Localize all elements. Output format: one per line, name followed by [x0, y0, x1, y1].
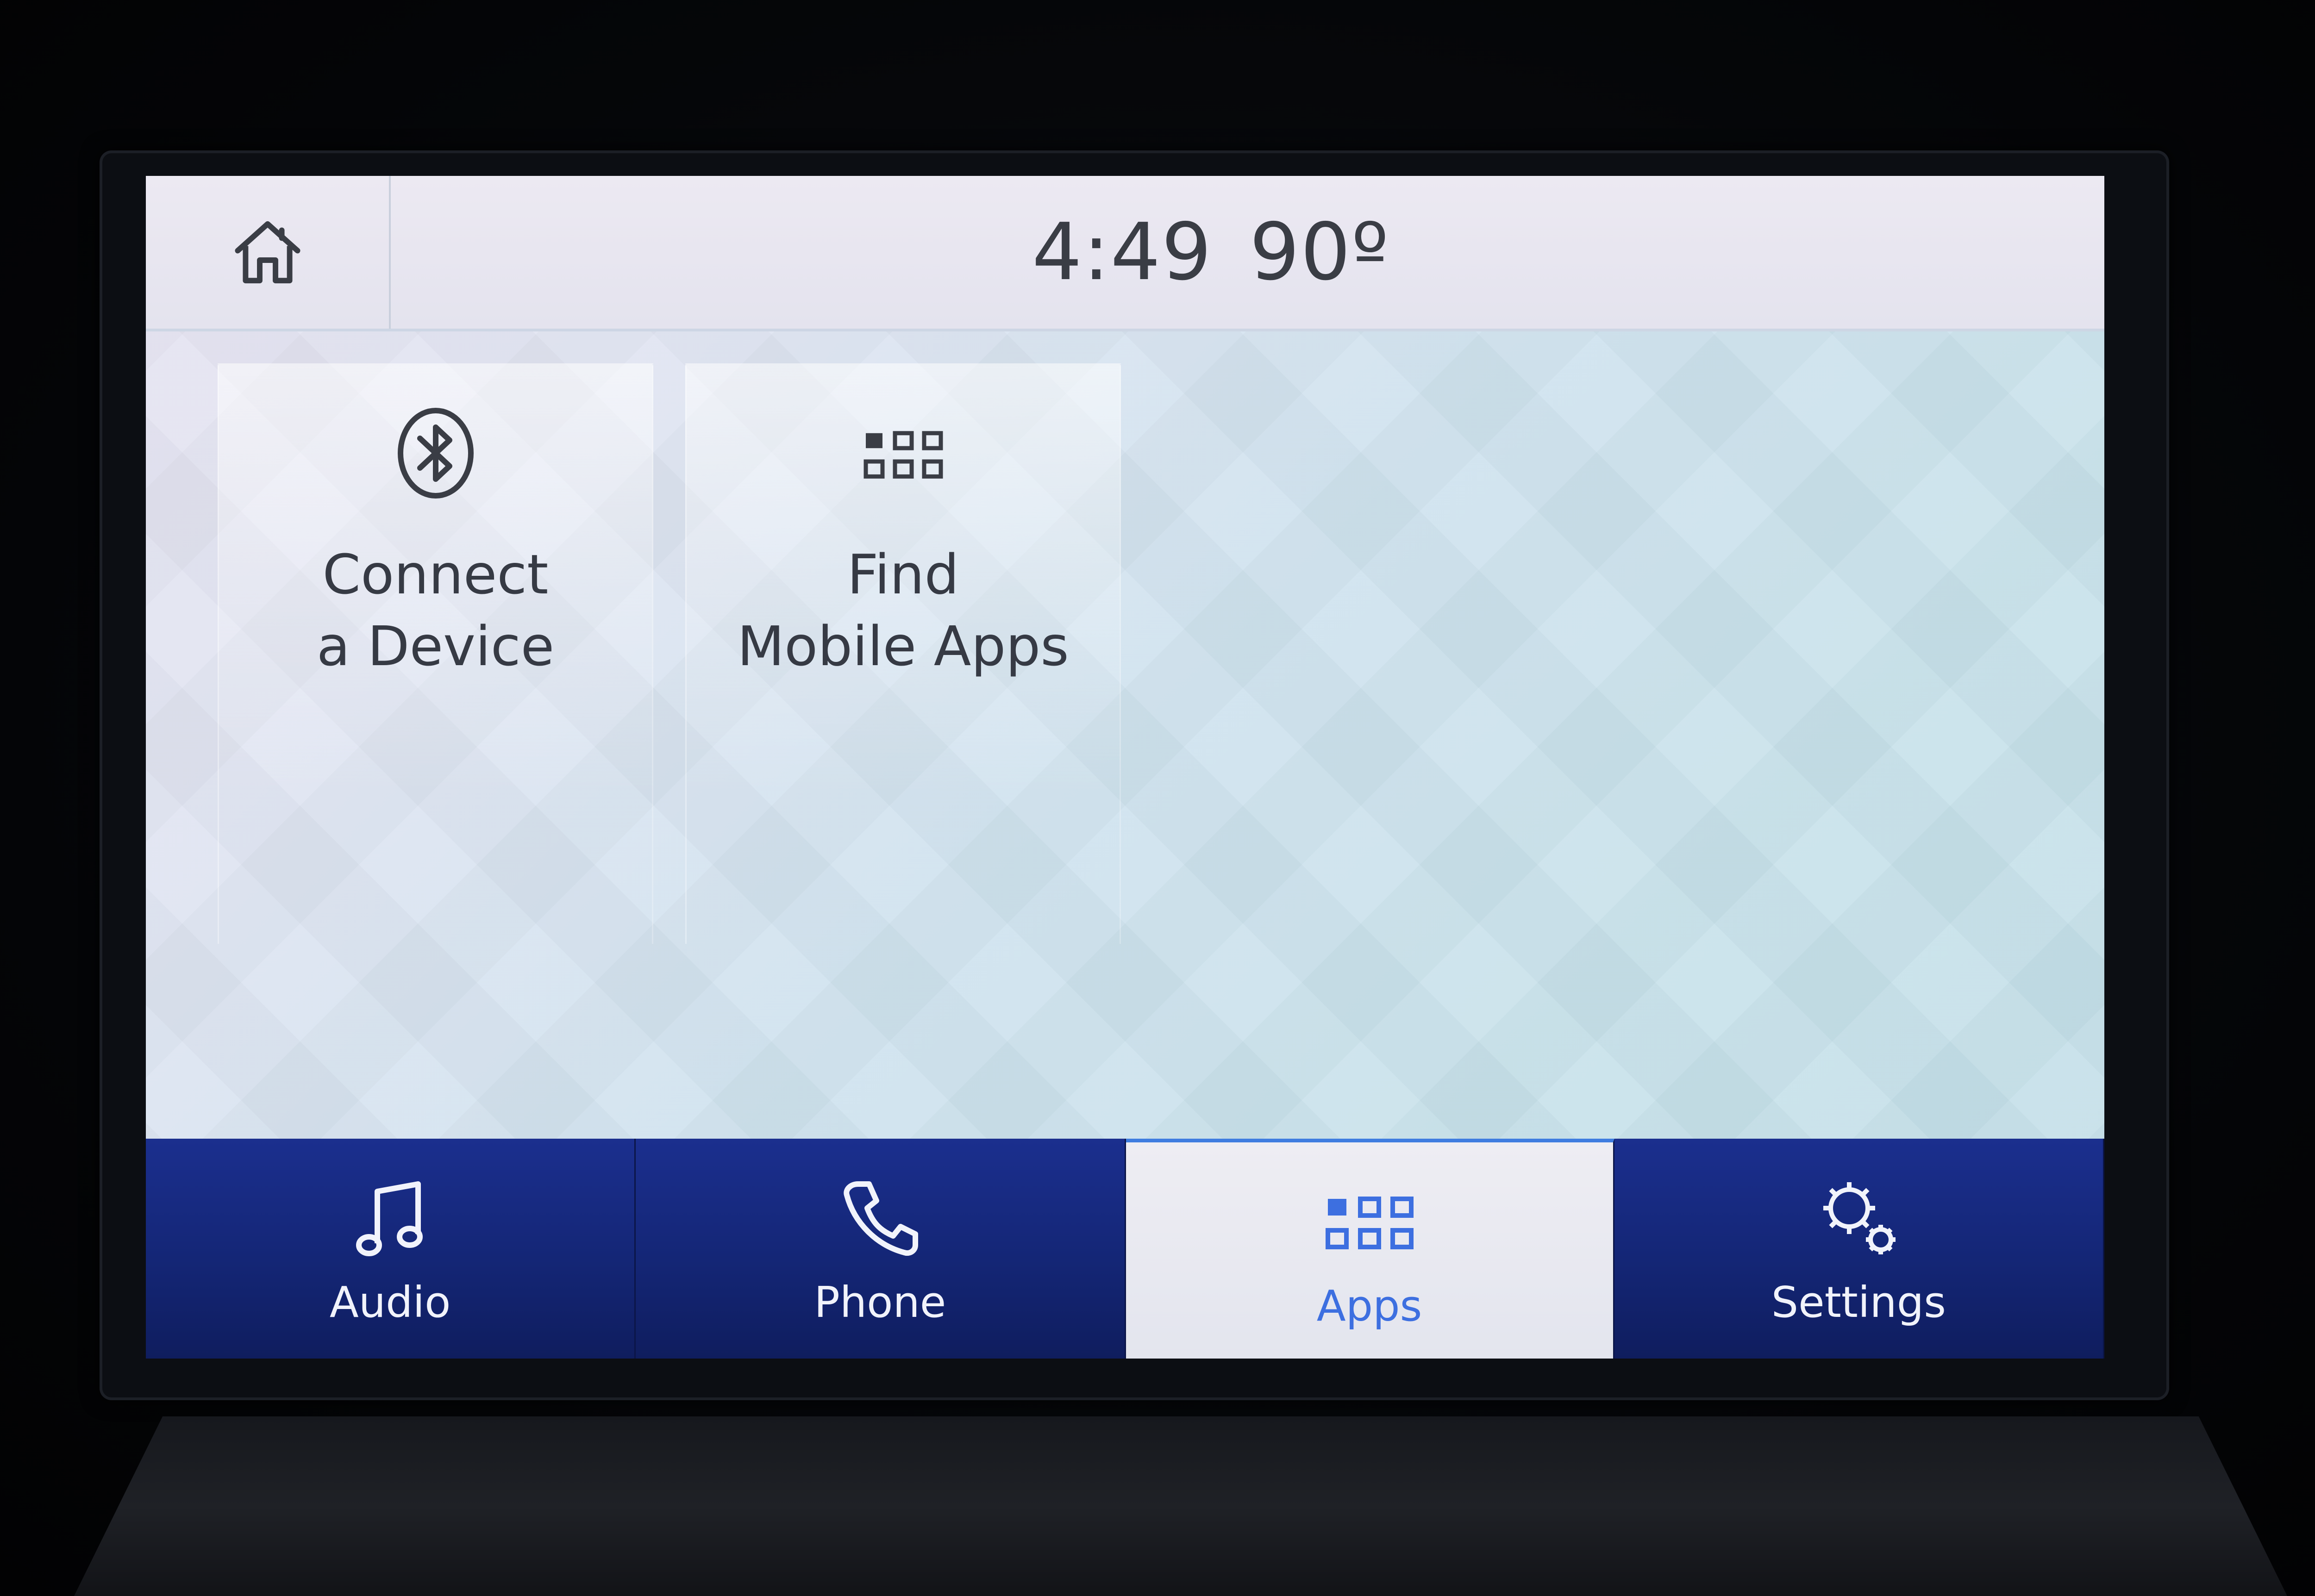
dashboard-trim: [74, 1416, 2287, 1596]
apps-grid-icon: [863, 431, 943, 479]
apps-grid-icon: [1325, 1197, 1414, 1249]
nav-phone-label: Phone: [814, 1278, 946, 1327]
connect-device-label: Connect a Device: [316, 542, 555, 678]
clock-time: 4:49: [1032, 206, 1213, 298]
music-note-icon: [356, 1181, 423, 1256]
nav-audio-label: Audio: [329, 1278, 451, 1327]
outside-temperature: 90º: [1249, 206, 1390, 298]
find-mobile-apps-tile[interactable]: Find Mobile Apps: [685, 363, 1121, 944]
nav-settings-label: Settings: [1771, 1278, 1946, 1327]
home-button[interactable]: [146, 176, 391, 329]
infotainment-screen: 4:49 90º Connect a Device Find Mobile Ap…: [146, 176, 2104, 1359]
nav-phone[interactable]: Phone: [636, 1139, 1126, 1359]
nav-apps-label: Apps: [1316, 1281, 1422, 1331]
gears-icon: [1823, 1182, 1896, 1254]
connect-device-tile[interactable]: Connect a Device: [218, 363, 653, 944]
home-icon: [234, 221, 300, 284]
nav-audio[interactable]: Audio: [146, 1139, 636, 1359]
phone-icon: [844, 1181, 918, 1256]
bluetooth-icon: [397, 408, 474, 499]
nav-apps[interactable]: Apps: [1126, 1139, 1614, 1359]
find-mobile-apps-label: Find Mobile Apps: [737, 542, 1069, 678]
nav-settings[interactable]: Settings: [1614, 1139, 2104, 1359]
status-bar: 4:49 90º: [146, 176, 2104, 331]
clock-temperature: 4:49 90º: [840, 204, 1581, 301]
bottom-nav: Audio Phone Apps Settings: [146, 1139, 2104, 1359]
